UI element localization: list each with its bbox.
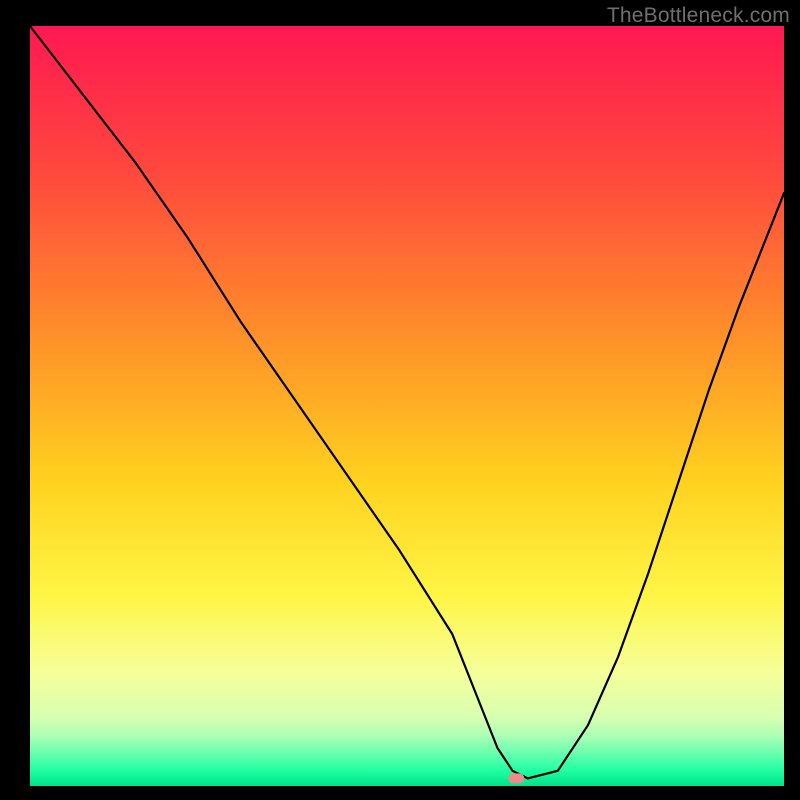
frame-mask (0, 786, 800, 800)
bottleneck-chart (0, 0, 800, 800)
watermark-text: TheBottleneck.com (607, 4, 790, 28)
frame-mask (784, 26, 800, 786)
frame-mask (0, 26, 30, 786)
chart-stage: TheBottleneck.com (0, 0, 800, 800)
optimal-point-marker (508, 773, 524, 783)
gradient-background (30, 26, 784, 786)
